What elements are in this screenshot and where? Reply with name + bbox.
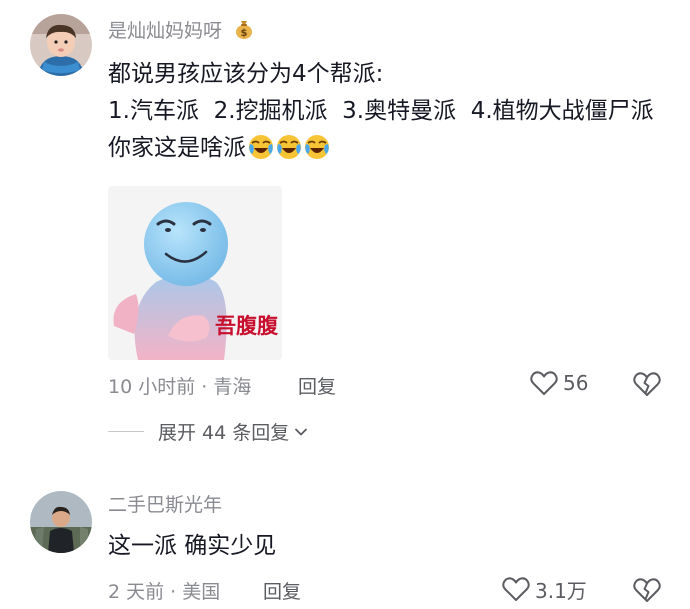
dislike-button[interactable] — [632, 369, 662, 399]
like-count: 3.1万 — [535, 578, 587, 603]
meta-separator: · — [164, 581, 183, 603]
dislike-button[interactable] — [632, 575, 662, 605]
sticker-caption: 吾腹腹 — [215, 314, 278, 338]
username[interactable]: 二手巴斯光年 — [108, 490, 222, 517]
divider-line — [108, 431, 144, 432]
username-text[interactable]: 是灿灿妈妈呀 — [108, 20, 222, 42]
avatar[interactable] — [30, 491, 92, 553]
comment-meta: 2 天前 · 美国 — [108, 577, 220, 604]
heart-outline-icon — [530, 371, 558, 395]
comment-meta: 10 小时前 · 青海 — [108, 372, 251, 399]
expand-replies-label: 展开 44 条回复 — [158, 422, 290, 444]
money-bag-icon: $ — [233, 18, 255, 40]
reply-button[interactable]: 回复 — [298, 372, 336, 399]
comment-text-content: 这一派 确实少见 — [108, 533, 277, 559]
comment-text: 都说男孩应该分为4个帮派: 1.汽车派 2.挖掘机派 3.奥特曼派 4.植物大战… — [108, 56, 663, 167]
heart-outline-icon — [502, 577, 530, 601]
svg-text:$: $ — [241, 28, 248, 39]
comment-item: 是灿灿妈妈呀 $ 都说男孩应该分为4个帮派: 1.汽车派 2.挖掘机派 3.奥特… — [0, 0, 690, 460]
laughing-crying-emoji-icon — [304, 134, 330, 160]
reply-button[interactable]: 回复 — [263, 577, 301, 604]
timestamp: 10 小时前 — [108, 376, 196, 398]
meta-separator: · — [195, 376, 214, 398]
location: 青海 — [213, 376, 252, 398]
sticker-image[interactable]: 吾腹腹 — [108, 186, 282, 360]
location: 美国 — [182, 581, 221, 603]
avatar[interactable] — [30, 14, 92, 76]
broken-heart-icon — [633, 578, 661, 602]
expand-replies-button[interactable]: 展开 44 条回复 — [108, 418, 308, 445]
chevron-down-icon — [295, 428, 308, 435]
laughing-crying-emoji-icon — [276, 134, 302, 160]
username[interactable]: 是灿灿妈妈呀 $ — [108, 16, 255, 43]
laughing-crying-emoji-icon — [248, 134, 274, 160]
like-button[interactable]: 56 — [529, 368, 588, 398]
like-count: 56 — [563, 371, 589, 395]
comment-text-content: 都说男孩应该分为4个帮派: 1.汽车派 2.挖掘机派 3.奥特曼派 4.植物大战… — [108, 61, 654, 161]
comment-text: 这一派 确实少见 — [108, 528, 663, 565]
like-button[interactable]: 3.1万 — [501, 574, 587, 604]
comment-item: 二手巴斯光年 这一派 确实少见 2 天前 · 美国 回复 3.1万 — [0, 480, 690, 609]
broken-heart-icon — [633, 372, 661, 396]
username-text[interactable]: 二手巴斯光年 — [108, 494, 222, 516]
timestamp: 2 天前 — [108, 581, 165, 603]
